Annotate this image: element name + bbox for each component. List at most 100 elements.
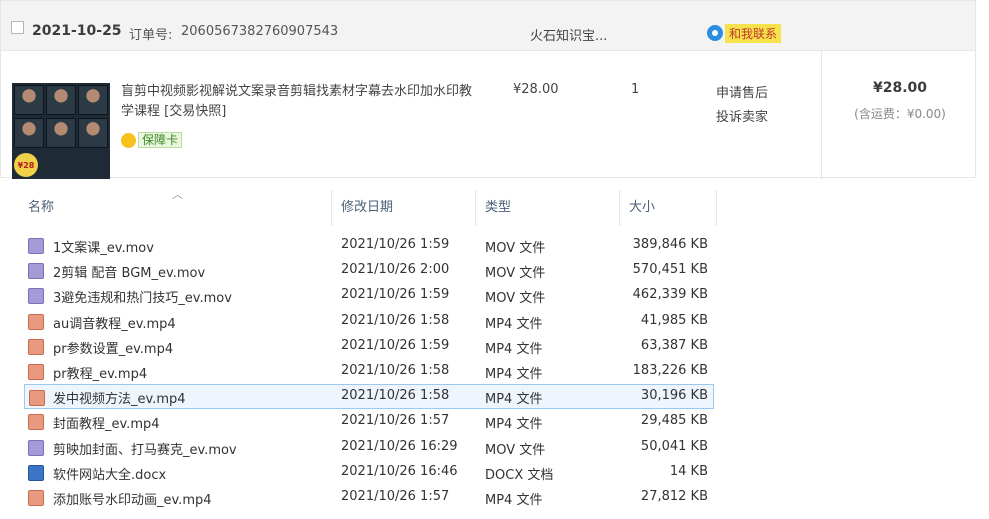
file-type: MP4 文件	[485, 417, 543, 433]
file-type: MOV 文件	[485, 241, 546, 256]
mov-file-icon	[28, 263, 44, 280]
file-size: 41,985 KB	[640, 312, 708, 328]
mp4-file-icon	[28, 414, 44, 431]
file-row[interactable]: 1文案课_ev.mov 2021/10/26 1:59 MOV 文件 389,846 …	[24, 233, 714, 258]
unit-price: ¥28.00	[513, 82, 559, 97]
contact-seller-label: 和我联系	[725, 23, 782, 43]
file-modified-date: 2021/10/26 1:58	[341, 363, 450, 378]
order-date: 2021-10-25	[32, 23, 122, 39]
shipping-fee: (含运费：¥0.00)	[854, 107, 946, 121]
product-title-link[interactable]: 盲剪中视频影视解说文案录音剪辑找素材字幕去水印加水印教学课程 [交易快照]	[121, 82, 476, 122]
file-type: MP4 文件	[485, 392, 543, 408]
file-row[interactable]: 发中视频方法_ev.mp4 2021/10/26 1:58 MP4 文件 30,196…	[24, 384, 714, 410]
guarantee-icon	[121, 132, 136, 148]
mp4-file-icon	[28, 313, 44, 330]
thumbnail-tile	[78, 118, 108, 148]
thumbnail-price-badge: ¥28	[14, 153, 38, 177]
column-separator[interactable]	[475, 190, 476, 226]
file-name: 2剪辑 配音 BGM_ev.mov	[53, 266, 206, 282]
file-type: MP4 文件	[485, 316, 543, 332]
order-number: 2060567382760907543	[181, 24, 339, 39]
thumbnail-tile	[14, 85, 44, 115]
file-size: 183,226 KB	[632, 363, 708, 378]
file-row[interactable]: pr参数设置_ev.mp4 2021/10/26 1:59 MP4 文件 63,387…	[24, 334, 714, 359]
file-modified-date: 2021/10/26 2:00	[341, 262, 450, 278]
column-header-name[interactable]: 名称	[28, 186, 54, 230]
file-type: MP4 文件	[485, 341, 543, 357]
file-size: 389,846 KB	[632, 237, 708, 252]
file-row[interactable]: 3避免违规和热门技巧_ev.mov 2021/10/26 1:59 MOV 文件 46…	[24, 283, 714, 308]
file-row[interactable]: 封面教程_ev.mp4 2021/10/26 1:57 MP4 文件 29,485 K…	[24, 409, 714, 434]
file-row[interactable]: au调音教程_ev.mp4 2021/10/26 1:58 MP4 文件 41,985…	[24, 309, 714, 334]
column-header-date[interactable]: 修改日期	[341, 186, 393, 230]
file-name: 软件网站大全.docx	[53, 467, 167, 483]
chat-icon	[707, 25, 723, 41]
column-header-size[interactable]: 大小	[629, 186, 655, 230]
product-thumbnail[interactable]: ¥28	[12, 83, 110, 179]
file-name: au调音教程_ev.mp4	[53, 316, 176, 332]
file-modified-date: 2021/10/26 1:58	[341, 388, 450, 404]
sort-ascending-icon: ︿	[172, 188, 183, 201]
file-name: pr参数设置_ev.mp4	[53, 341, 174, 357]
file-row[interactable]: 软件网站大全.docx 2021/10/26 16:46 DOCX 文档 14 KB	[24, 460, 714, 485]
file-modified-date: 2021/10/26 1:59	[341, 337, 450, 353]
file-size: 570,451 KB	[632, 262, 708, 278]
mov-file-icon	[28, 238, 44, 254]
column-header-type[interactable]: 类型	[485, 186, 511, 230]
quantity: 1	[631, 82, 640, 97]
column-separator[interactable]	[716, 190, 717, 226]
file-row[interactable]: 剪映加封面、打马赛克_ev.mov 2021/10/26 16:29 MOV 文件 5…	[24, 435, 714, 460]
thumbnail-tile	[14, 118, 44, 148]
contact-seller-button[interactable]: 和我联系	[707, 23, 782, 43]
file-explorer-list: ︿ 名称 修改日期 类型 大小 1文案课_ev.mov 2021/10/26 1:…	[0, 186, 989, 519]
mp4-file-icon	[28, 490, 44, 506]
order-header: 2021-10-25 订单号: 2060567382760907543 火石知识…	[1, 1, 975, 51]
file-row[interactable]: 添加账号水印动画_ev.mp4 2021/10/26 1:57 MP4 文件 27,8…	[24, 485, 714, 510]
file-type: MP4 文件	[485, 493, 543, 508]
file-row[interactable]: pr教程_ev.mp4 2021/10/26 1:58 MP4 文件 183,226 …	[24, 359, 714, 384]
column-divider	[821, 51, 822, 179]
file-modified-date: 2021/10/26 1:57	[341, 489, 450, 504]
file-modified-date: 2021/10/26 1:59	[341, 237, 450, 252]
file-modified-date: 2021/10/26 1:57	[341, 413, 450, 429]
mov-file-icon	[28, 288, 44, 305]
file-name: 剪映加封面、打马赛克_ev.mov	[53, 442, 237, 458]
file-name: 添加账号水印动画_ev.mp4	[53, 493, 212, 508]
guarantee-label: 保障卡	[138, 132, 183, 148]
thumbnail-tile	[46, 118, 76, 148]
file-type: MOV 文件	[485, 291, 546, 307]
mp4-file-icon	[28, 364, 44, 380]
file-size: 27,812 KB	[640, 489, 708, 504]
file-size: 462,339 KB	[632, 287, 708, 303]
order-number-label: 订单号:	[129, 28, 173, 43]
file-size: 63,387 KB	[640, 337, 708, 353]
file-size: 14 KB	[669, 463, 708, 479]
order-total: ¥28.00	[872, 80, 928, 96]
file-modified-date: 2021/10/26 16:29	[341, 438, 458, 454]
file-type: MOV 文件	[485, 442, 546, 458]
file-type: MP4 文件	[485, 367, 543, 382]
shop-name-link[interactable]: 火石知识宝...	[530, 25, 607, 44]
file-name: 1文案课_ev.mov	[53, 241, 154, 256]
file-row[interactable]: 2剪辑 配音 BGM_ev.mov 2021/10/26 2:00 MOV 文件 57…	[24, 258, 714, 283]
guarantee-card[interactable]: 保障卡	[121, 132, 183, 148]
file-modified-date: 2021/10/26 16:46	[341, 463, 458, 479]
column-separator[interactable]	[331, 190, 332, 226]
file-size: 30,196 KB	[640, 388, 708, 404]
file-name: 3避免违规和热门技巧_ev.mov	[53, 291, 232, 307]
thumbnail-tile	[46, 85, 76, 115]
file-name: 发中视频方法_ev.mp4	[53, 392, 186, 408]
column-separator[interactable]	[619, 190, 620, 226]
complain-seller-link[interactable]: 投诉卖家	[716, 106, 768, 125]
file-size: 50,041 KB	[640, 438, 708, 454]
file-modified-date: 2021/10/26 1:59	[341, 287, 450, 303]
file-name: pr教程_ev.mp4	[53, 367, 148, 382]
file-modified-date: 2021/10/26 1:58	[341, 312, 450, 328]
order-checkbox[interactable]	[11, 21, 24, 34]
mp4-file-icon	[28, 338, 44, 355]
thumbnail-tile	[78, 85, 108, 115]
file-name: 封面教程_ev.mp4	[53, 417, 160, 433]
after-sale-link[interactable]: 申请售后	[716, 82, 768, 101]
file-type: MOV 文件	[485, 266, 546, 282]
mov-file-icon	[28, 439, 44, 456]
